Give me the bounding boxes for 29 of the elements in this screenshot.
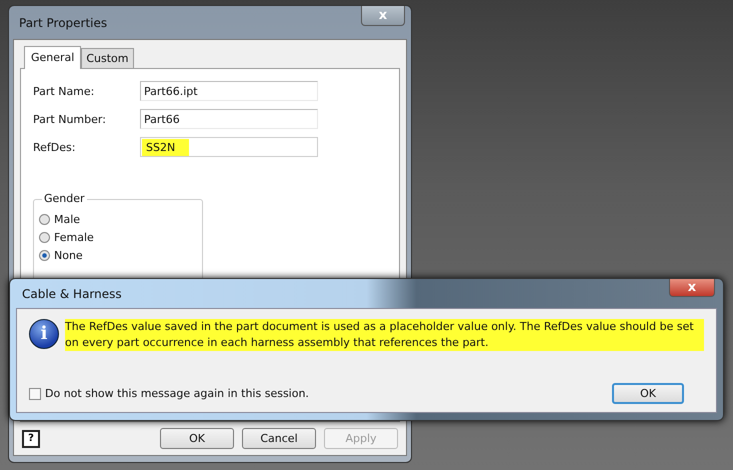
help-button[interactable]: ? <box>22 430 40 448</box>
dialog-button[interactable]: Cancel <box>242 428 316 449</box>
checkbox-label: Do not show this message again in this session. <box>45 387 309 400</box>
window-title: Part Properties <box>18 16 108 30</box>
ok-button[interactable]: OK <box>612 383 684 404</box>
info-icon: i <box>29 319 59 349</box>
field-value: Part66 <box>144 112 180 128</box>
field-value: SS2N <box>142 138 190 156</box>
radio-label: Male <box>54 213 80 226</box>
radio-button[interactable] <box>39 250 50 261</box>
window-title: Cable & Harness <box>21 286 122 300</box>
input-field[interactable]: Part66.ipt <box>140 81 318 101</box>
field-label: Part Number: <box>33 112 107 126</box>
radio-label: None <box>54 249 83 262</box>
tab[interactable]: Custom <box>81 48 134 68</box>
input-field[interactable]: SS2N <box>140 137 318 157</box>
close-button[interactable]: x <box>669 279 715 297</box>
checkbox[interactable] <box>29 388 41 400</box>
radio-label: Female <box>54 231 94 244</box>
dialog-button[interactable]: OK <box>160 428 234 449</box>
field-label: RefDes: <box>33 140 76 154</box>
input-field[interactable]: Part66 <box>140 109 318 129</box>
group-title: Gender <box>42 192 87 205</box>
field-label: Part Name: <box>33 84 96 98</box>
radio-button[interactable] <box>39 214 50 225</box>
field-value: Part66.ipt <box>144 84 198 100</box>
radio-button[interactable] <box>39 232 50 243</box>
message-text: The RefDes value saved in the part document is used as a placeholder value only. The RefDes value should be set on every part occurrence in each harness assembly that references the part. <box>65 319 704 351</box>
tab[interactable]: General <box>24 46 82 69</box>
